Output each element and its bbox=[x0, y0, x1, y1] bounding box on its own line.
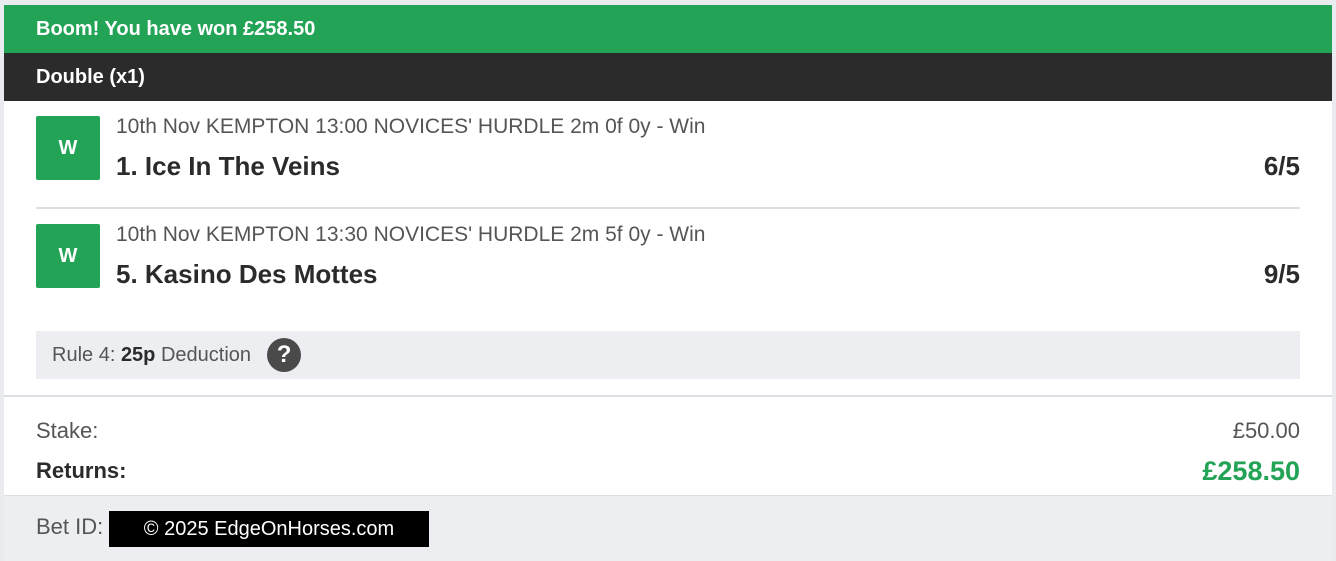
selection-row: W 10th Nov KEMPTON 13:00 NOVICES' HURDLE… bbox=[36, 101, 1300, 207]
rule4-prefix: Rule 4: bbox=[52, 343, 121, 366]
returns-value: £258.50 bbox=[1202, 455, 1300, 486]
bet-totals: Stake: £50.00 Returns: £258.50 bbox=[4, 395, 1332, 505]
bet-receipt-card: Boom! You have won £258.50 Double (x1) W… bbox=[4, 5, 1332, 505]
runner-name: 5. Kasino Des Mottes bbox=[116, 259, 378, 289]
race-info: 10th Nov KEMPTON 13:30 NOVICES' HURDLE 2… bbox=[116, 223, 706, 246]
selections-list: W 10th Nov KEMPTON 13:00 NOVICES' HURDLE… bbox=[4, 101, 1332, 315]
race-info: 10th Nov KEMPTON 13:00 NOVICES' HURDLE 2… bbox=[116, 115, 706, 138]
bet-id-footer: Bet ID: © 2025 EdgeOnHorses.com bbox=[4, 495, 1332, 561]
bet-type-header: Double (x1) bbox=[4, 53, 1332, 101]
question-mark-icon[interactable]: ? bbox=[267, 338, 302, 372]
odds: 9/5 bbox=[1263, 259, 1300, 289]
returns-row: Returns: £258.50 bbox=[36, 451, 1300, 491]
bet-id-label: Bet ID: bbox=[36, 514, 104, 539]
stake-row: Stake: £50.00 bbox=[36, 411, 1300, 451]
stake-value: £50.00 bbox=[1232, 418, 1300, 443]
copyright-watermark: © 2025 EdgeOnHorses.com bbox=[109, 511, 429, 547]
rule4-deduction-notice: Rule 4: 25p Deduction ? bbox=[36, 331, 1300, 379]
win-banner: Boom! You have won £258.50 bbox=[4, 5, 1332, 53]
stake-label: Stake: bbox=[36, 418, 99, 443]
returns-label: Returns: bbox=[36, 458, 127, 483]
win-result-badge: W bbox=[36, 224, 100, 288]
rule4-suffix: Deduction bbox=[155, 343, 252, 366]
rule4-amount: 25p bbox=[120, 343, 156, 366]
selection-row: W 10th Nov KEMPTON 13:30 NOVICES' HURDLE… bbox=[36, 207, 1300, 315]
odds: 6/5 bbox=[1263, 151, 1300, 181]
runner-name: 1. Ice In The Veins bbox=[116, 151, 340, 181]
win-result-badge: W bbox=[36, 116, 100, 180]
